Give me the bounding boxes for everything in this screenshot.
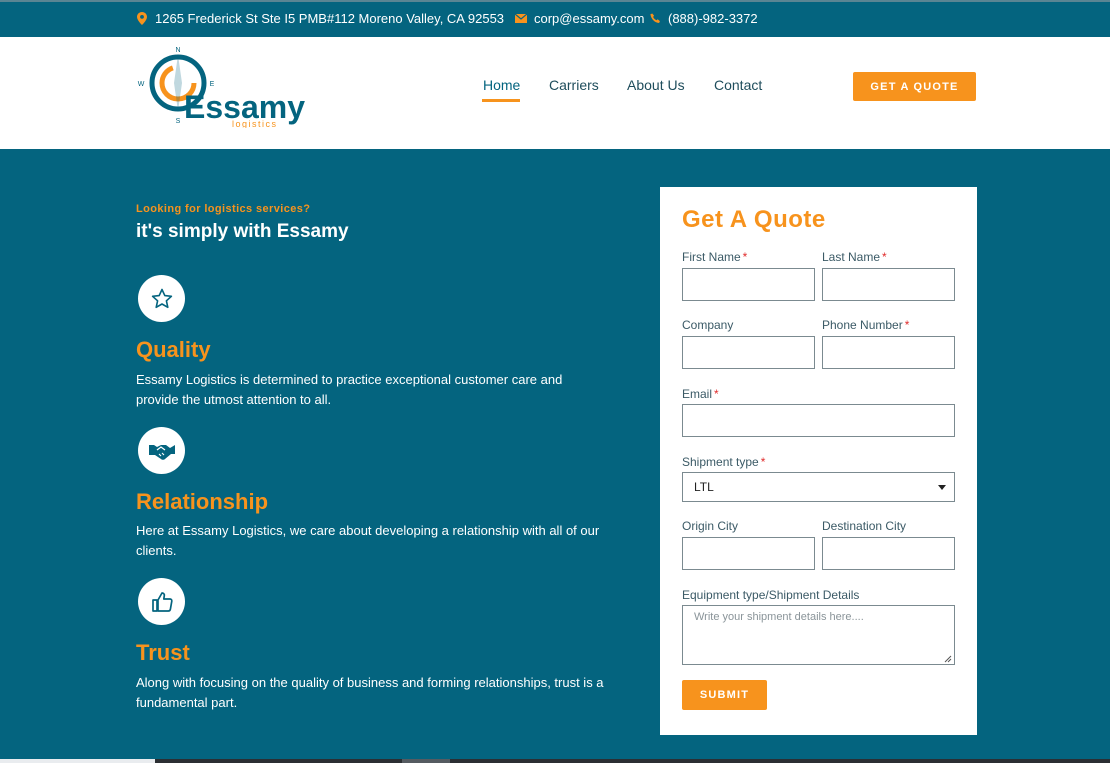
- phone-item[interactable]: (888)-982-3372: [648, 11, 758, 26]
- phone-number-label-text: Phone Number: [822, 318, 903, 332]
- shipment-type-label: Shipment type *: [682, 455, 765, 469]
- email-item[interactable]: corp@essamy.com: [514, 11, 644, 26]
- hero-headline: it's simply with Essamy: [136, 221, 349, 242]
- essamy-logo[interactable]: N W E S Essamy logistics: [136, 46, 316, 129]
- first-name-field[interactable]: [682, 268, 815, 301]
- bottom-strip-segment: [0, 759, 155, 763]
- top-info-bar: 1265 Frederick St Ste I5 PMB#112 Moreno …: [0, 0, 1110, 37]
- last-name-label-text: Last Name: [822, 250, 881, 264]
- compass-e-label: E: [210, 81, 215, 88]
- logo-sub-text: logistics: [232, 119, 278, 128]
- get-a-quote-button[interactable]: GET A QUOTE: [853, 72, 976, 101]
- resize-handle-icon[interactable]: [944, 654, 952, 663]
- company-label: Company: [682, 318, 734, 332]
- address-text: 1265 Frederick St Ste I5 PMB#112 Moreno …: [155, 11, 505, 26]
- thumbs-up-icon: [138, 578, 185, 625]
- compass-s-label: S: [176, 118, 181, 125]
- feature-relationship-text: Here at Essamy Logistics, we care about …: [136, 523, 600, 558]
- nav-contact[interactable]: Contact: [714, 77, 762, 93]
- shipment-details-textarea[interactable]: Write your shipment details here....: [682, 605, 955, 665]
- origin-city-label: Origin City: [682, 519, 739, 533]
- required-mark: *: [904, 318, 910, 332]
- shipment-type-label-text: Shipment type: [682, 455, 759, 469]
- nav-carriers[interactable]: Carriers: [549, 77, 599, 93]
- compass-w-label: W: [138, 81, 145, 88]
- first-name-label: First Name *: [682, 250, 747, 264]
- email-label: Email *: [682, 387, 719, 401]
- required-mark: *: [714, 387, 719, 401]
- company-field[interactable]: [682, 336, 815, 369]
- shipment-type-value: LTL: [694, 480, 714, 494]
- required-mark: *: [882, 250, 887, 264]
- phone-number-label: Phone Number *: [822, 318, 909, 332]
- shipment-details-placeholder: Write your shipment details here....: [694, 611, 864, 623]
- bottom-strip: [0, 759, 1110, 763]
- required-mark: *: [742, 250, 748, 264]
- last-name-label: Last Name *: [822, 250, 887, 264]
- feature-quality-text: Essamy Logistics is determined to practi…: [136, 372, 563, 407]
- handshake-icon: [138, 427, 185, 474]
- shipment-type-select[interactable]: LTL: [682, 472, 955, 502]
- phone-number-field[interactable]: [822, 336, 955, 369]
- email-label-text: Email: [682, 387, 713, 401]
- nav-home[interactable]: Home: [483, 77, 520, 93]
- email-text[interactable]: corp@essamy.com: [534, 11, 644, 26]
- email-field[interactable]: [682, 404, 955, 437]
- caret-down-icon: [938, 485, 946, 490]
- destination-city-label: Destination City: [822, 519, 907, 533]
- first-name-label-text: First Name: [682, 250, 741, 264]
- feature-quality-title: Quality: [136, 337, 211, 362]
- feature-trust-text: Along with focusing on the quality of bu…: [136, 675, 604, 710]
- destination-city-field[interactable]: [822, 537, 955, 570]
- phone-text[interactable]: (888)-982-3372: [668, 11, 758, 26]
- hero-tagline: Looking for logistics services?: [136, 203, 311, 215]
- bottom-strip-segment: [402, 759, 450, 763]
- last-name-field[interactable]: [822, 268, 955, 301]
- form-title: Get A Quote: [682, 206, 826, 233]
- submit-button[interactable]: SUBMIT: [682, 680, 767, 710]
- feature-relationship-title: Relationship: [136, 489, 269, 514]
- compass-n-label: N: [175, 47, 180, 54]
- nav-about-us[interactable]: About Us: [627, 77, 685, 93]
- shipment-details-label: Equipment type/Shipment Details: [682, 588, 860, 602]
- phone-icon: [648, 12, 662, 26]
- map-marker-icon: [135, 12, 149, 26]
- envelope-icon: [514, 12, 528, 26]
- star-icon: [138, 275, 185, 322]
- nav-active-indicator: [482, 99, 520, 102]
- required-mark: *: [760, 455, 766, 469]
- origin-city-field[interactable]: [682, 537, 815, 570]
- feature-trust-title: Trust: [136, 640, 190, 665]
- address-item: 1265 Frederick St Ste I5 PMB#112 Moreno …: [135, 11, 504, 26]
